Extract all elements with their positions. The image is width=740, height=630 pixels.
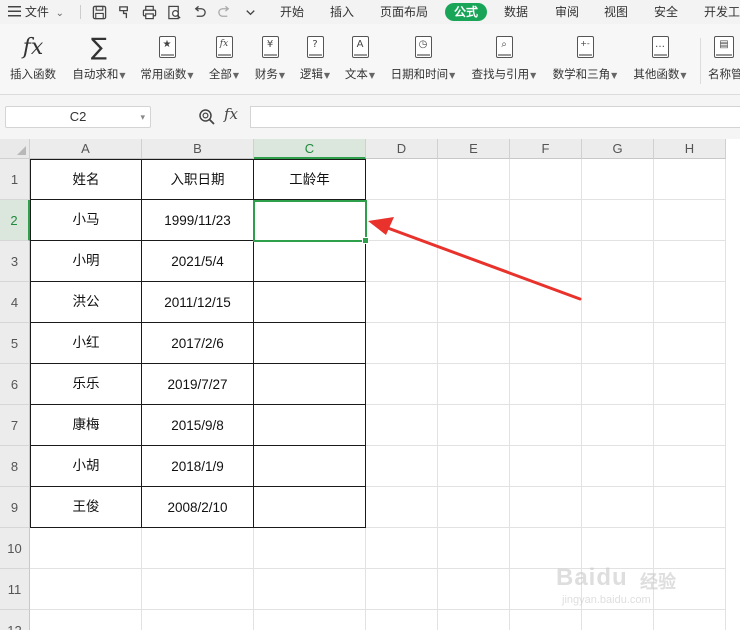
file-menu[interactable]: 文件 ⌄ xyxy=(8,0,64,24)
hamburger-icon xyxy=(8,1,21,25)
tab-security[interactable]: 安全 xyxy=(654,0,678,24)
lookup-book-icon: ⌕ xyxy=(495,36,513,58)
text-functions-button[interactable]: A 文本▼ xyxy=(342,32,378,88)
name-manager-label: 名称管 xyxy=(708,67,740,81)
insert-function-label: 插入函数 xyxy=(10,67,56,81)
tab-formulas[interactable]: 公式 xyxy=(445,3,488,21)
fx-icon: fx xyxy=(22,34,44,60)
formula-input[interactable] xyxy=(250,106,740,128)
watermark-url: jingyan.baidu.com xyxy=(562,594,651,606)
datetime-book-icon: ◷ xyxy=(414,36,432,58)
file-menu-label: 文件 xyxy=(24,5,49,19)
name-manager-button[interactable]: ▤ 名称管 xyxy=(708,32,740,88)
autosum-button[interactable]: ∑ 自动求和▼ xyxy=(70,32,128,88)
recent-functions-button[interactable]: ★ 常用函数▼ xyxy=(138,32,196,88)
baidu-watermark: Baidu 经验 jingyan.baidu.com xyxy=(550,562,700,612)
tab-home[interactable]: 开始 xyxy=(280,0,304,24)
logic-book-icon: ? xyxy=(306,36,324,58)
ribbon-divider xyxy=(700,38,701,84)
recent-functions-icon: ★ xyxy=(158,36,176,58)
autosum-label: 自动求和 xyxy=(72,67,119,81)
datetime-label: 日期和时间 xyxy=(390,67,449,81)
name-box-dropdown-icon[interactable]: ▾ xyxy=(140,107,145,127)
recent-functions-label: 常用函数 xyxy=(140,67,187,81)
watermark-suffix: 经验 xyxy=(640,572,676,593)
finance-book-icon: ¥ xyxy=(261,36,279,58)
insert-function-button[interactable]: fx 插入函数 xyxy=(8,32,58,88)
all-functions-label: 全部 xyxy=(208,67,232,81)
formula-bar: C2 ▾ fx xyxy=(0,95,740,139)
spreadsheet-grid: ABCDEFGH123456789101112姓名入职日期工龄年小马1999/1… xyxy=(0,139,740,630)
math-trig-label: 数学和三角 xyxy=(552,67,611,81)
tab-view[interactable]: 视图 xyxy=(604,0,628,24)
sigma-icon: ∑ xyxy=(90,33,108,61)
all-functions-button[interactable]: fx 全部▼ xyxy=(206,32,242,88)
logical-button[interactable]: ? 逻辑▼ xyxy=(297,32,333,88)
undo-icon[interactable] xyxy=(191,4,207,20)
tab-data[interactable]: 数据 xyxy=(504,0,528,24)
insert-function-fx-icon[interactable]: fx xyxy=(224,105,238,123)
save-icon[interactable] xyxy=(91,4,107,20)
all-functions-icon: fx xyxy=(215,36,233,58)
tab-page-layout[interactable]: 页面布局 xyxy=(380,0,428,24)
lookup-reference-button[interactable]: ⌕ 查找与引用▼ xyxy=(469,32,539,88)
logical-label: 逻辑 xyxy=(299,67,323,81)
customize-toolbar-icon[interactable] xyxy=(242,4,258,20)
math-trig-button[interactable]: +- 数学和三角▼ xyxy=(550,32,620,88)
lookup-reference-label: 查找与引用 xyxy=(471,67,530,81)
other-book-icon: … xyxy=(651,36,669,58)
name-box-value: C2 xyxy=(69,109,87,124)
other-functions-label: 其他函数 xyxy=(633,67,680,81)
name-box[interactable]: C2 ▾ xyxy=(5,106,151,128)
financial-label: 财务 xyxy=(254,67,278,81)
print-preview-icon[interactable] xyxy=(166,4,182,20)
divider xyxy=(80,5,81,19)
math-book-icon: +- xyxy=(576,36,594,58)
text-book-icon: A xyxy=(351,36,369,58)
tab-review[interactable]: 审阅 xyxy=(555,0,579,24)
watermark-brand: Baidu xyxy=(556,564,628,591)
tab-developer[interactable]: 开发工 xyxy=(704,0,740,24)
chevron-down-icon: ⌄ xyxy=(55,8,65,19)
other-functions-button[interactable]: … 其他函数▼ xyxy=(630,32,690,88)
formulas-ribbon: fx 插入函数 ∑ 自动求和▼ ★ 常用函数▼ fx 全部▼ ¥ 财务▼ ? 逻… xyxy=(0,24,740,95)
name-manager-icon: ▤ xyxy=(714,36,734,58)
redo-icon[interactable] xyxy=(216,4,232,20)
tab-insert[interactable]: 插入 xyxy=(330,0,354,24)
format-painter-icon[interactable] xyxy=(116,4,132,20)
text-functions-label: 文本 xyxy=(344,67,368,81)
menu-bar: 文件 ⌄ 开始 插入 页面布局 公式 数据 审阅 视图 安全 开发工 xyxy=(0,0,740,24)
datetime-button[interactable]: ◷ 日期和时间▼ xyxy=(388,32,458,88)
financial-button[interactable]: ¥ 财务▼ xyxy=(252,32,288,88)
annotation-arrow xyxy=(368,217,582,301)
print-icon[interactable] xyxy=(141,4,157,20)
zoom-search-icon[interactable] xyxy=(198,108,216,126)
